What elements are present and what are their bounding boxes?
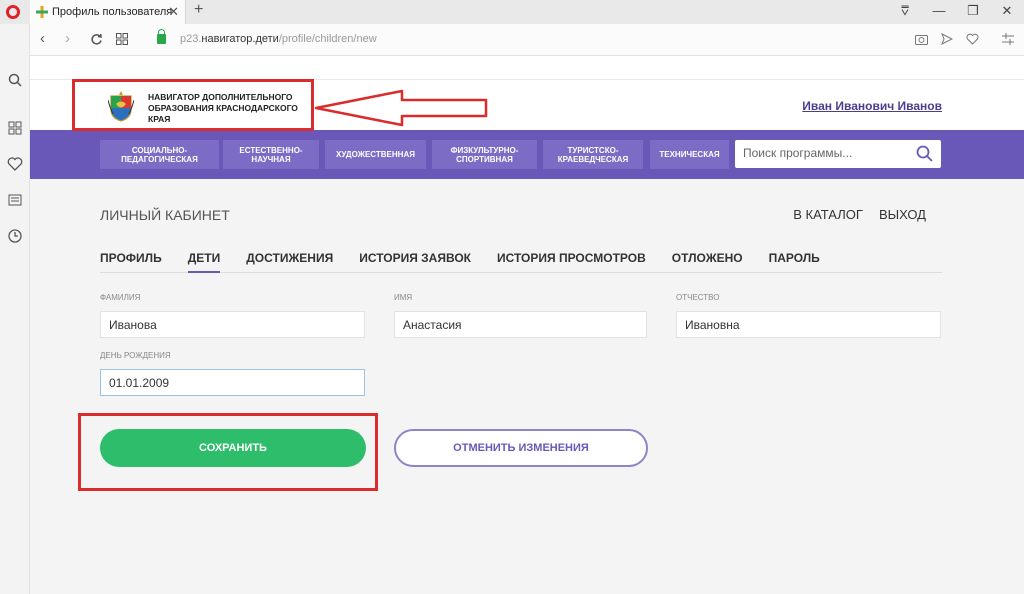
- easy-setup-icon[interactable]: [1002, 33, 1014, 45]
- opera-menu-icon[interactable]: [6, 5, 20, 19]
- tab-postponed[interactable]: ОТЛОЖЕНО: [672, 251, 743, 273]
- search-sidebar-icon[interactable]: [7, 72, 23, 88]
- restore-icon[interactable]: ❐: [956, 0, 990, 24]
- category-sports[interactable]: Физкультурно-спортивная: [432, 140, 537, 169]
- window-controls: ⩢ — ❐ ✕: [888, 0, 1024, 24]
- forward-icon[interactable]: ›: [65, 31, 70, 47]
- birthday-label: День рождения: [100, 351, 171, 360]
- send-icon[interactable]: [941, 33, 953, 45]
- tab-application-history[interactable]: ИСТОРИЯ ЗАЯВОК: [359, 251, 471, 273]
- browser-tab[interactable]: Профиль пользователя ✕: [30, 0, 186, 24]
- news-sidebar-icon[interactable]: [7, 192, 23, 208]
- tab-profile[interactable]: ПРОФИЛЬ: [100, 251, 162, 273]
- web-page: Навигатор дополнительного образования Кр…: [30, 57, 1024, 594]
- url-field[interactable]: p23.навигатор.дети/profile/children/new: [180, 33, 377, 45]
- tab-password[interactable]: ПАРОЛЬ: [769, 251, 820, 273]
- category-tourism[interactable]: Туристско-краеведческая: [543, 140, 643, 169]
- history-sidebar-icon[interactable]: [7, 228, 23, 244]
- close-window-icon[interactable]: ✕: [990, 0, 1024, 24]
- tab-title: Профиль пользователя: [52, 6, 173, 18]
- secure-lock-icon[interactable]: [157, 29, 166, 44]
- new-tab-button[interactable]: +: [194, 1, 203, 19]
- url-prefix: p23.: [180, 33, 202, 45]
- surname-label: Фамилия: [100, 293, 141, 302]
- logout-link[interactable]: ВЫХОД: [879, 207, 926, 222]
- address-bar: ‹ › p23.навигатор.дети/profile/children/…: [30, 24, 1024, 56]
- program-search: [735, 140, 941, 168]
- category-artistic[interactable]: Художественная: [325, 140, 426, 169]
- surname-field[interactable]: [100, 311, 365, 338]
- page-title: ЛИЧНЫЙ КАБИНЕТ: [100, 207, 230, 223]
- category-natural-science[interactable]: Естественно-научная: [223, 140, 319, 169]
- patronymic-label: Отчество: [676, 293, 720, 302]
- tab-menu-icon[interactable]: ⩢: [888, 0, 922, 24]
- url-host: навигатор.дети: [201, 33, 279, 45]
- speed-dial-sidebar-icon[interactable]: [7, 120, 23, 136]
- pointer-arrow-icon: [314, 89, 488, 127]
- browser-tab-bar: Профиль пользователя ✕ + ⩢ — ❐ ✕: [0, 0, 1024, 24]
- heart-sidebar-icon[interactable]: [7, 156, 23, 172]
- profile-tabs: ПРОФИЛЬ ДЕТИ ДОСТИЖЕНИЯ ИСТОРИЯ ЗАЯВОК И…: [100, 251, 942, 273]
- name-field[interactable]: [394, 311, 647, 338]
- category-technical[interactable]: Техническая: [650, 140, 729, 169]
- snapshot-icon[interactable]: [915, 33, 928, 45]
- tab-view-history[interactable]: ИСТОРИЯ ПРОСМОТРОВ: [497, 251, 646, 273]
- browser-sidebar: [0, 24, 30, 594]
- program-search-input[interactable]: [743, 146, 908, 160]
- minimize-icon[interactable]: —: [922, 0, 956, 24]
- bookmark-heart-icon[interactable]: [966, 33, 979, 45]
- save-highlight-box: [78, 413, 378, 491]
- search-icon[interactable]: [916, 145, 933, 162]
- cancel-changes-button[interactable]: Отменить изменения: [394, 429, 648, 467]
- back-icon[interactable]: ‹: [40, 31, 45, 47]
- logo-highlight-box: [72, 79, 314, 131]
- name-label: Имя: [394, 293, 413, 302]
- birthday-field[interactable]: [100, 369, 365, 396]
- user-profile-link[interactable]: Иван Иванович Иванов: [802, 99, 942, 113]
- patronymic-field[interactable]: [676, 311, 941, 338]
- url-path: /profile/children/new: [278, 33, 377, 45]
- category-social-pedagogical[interactable]: Социально-педагогическая: [100, 140, 219, 169]
- cabinet-top-links: В КАТАЛОГ ВЫХОД: [793, 207, 926, 222]
- site-favicon-icon: [36, 6, 48, 18]
- tab-close-icon[interactable]: ✕: [168, 0, 179, 24]
- tab-achievements[interactable]: ДОСТИЖЕНИЯ: [246, 251, 333, 273]
- tab-children[interactable]: ДЕТИ: [187, 251, 221, 273]
- cabinet-content: ЛИЧНЫЙ КАБИНЕТ В КАТАЛОГ ВЫХОД ПРОФИЛЬ Д…: [30, 179, 1024, 594]
- category-navbar: Социально-педагогическая Естественно-нау…: [30, 130, 1024, 179]
- speed-dial-icon[interactable]: [116, 33, 128, 45]
- catalog-link[interactable]: В КАТАЛОГ: [793, 207, 863, 222]
- reload-icon[interactable]: [90, 33, 103, 46]
